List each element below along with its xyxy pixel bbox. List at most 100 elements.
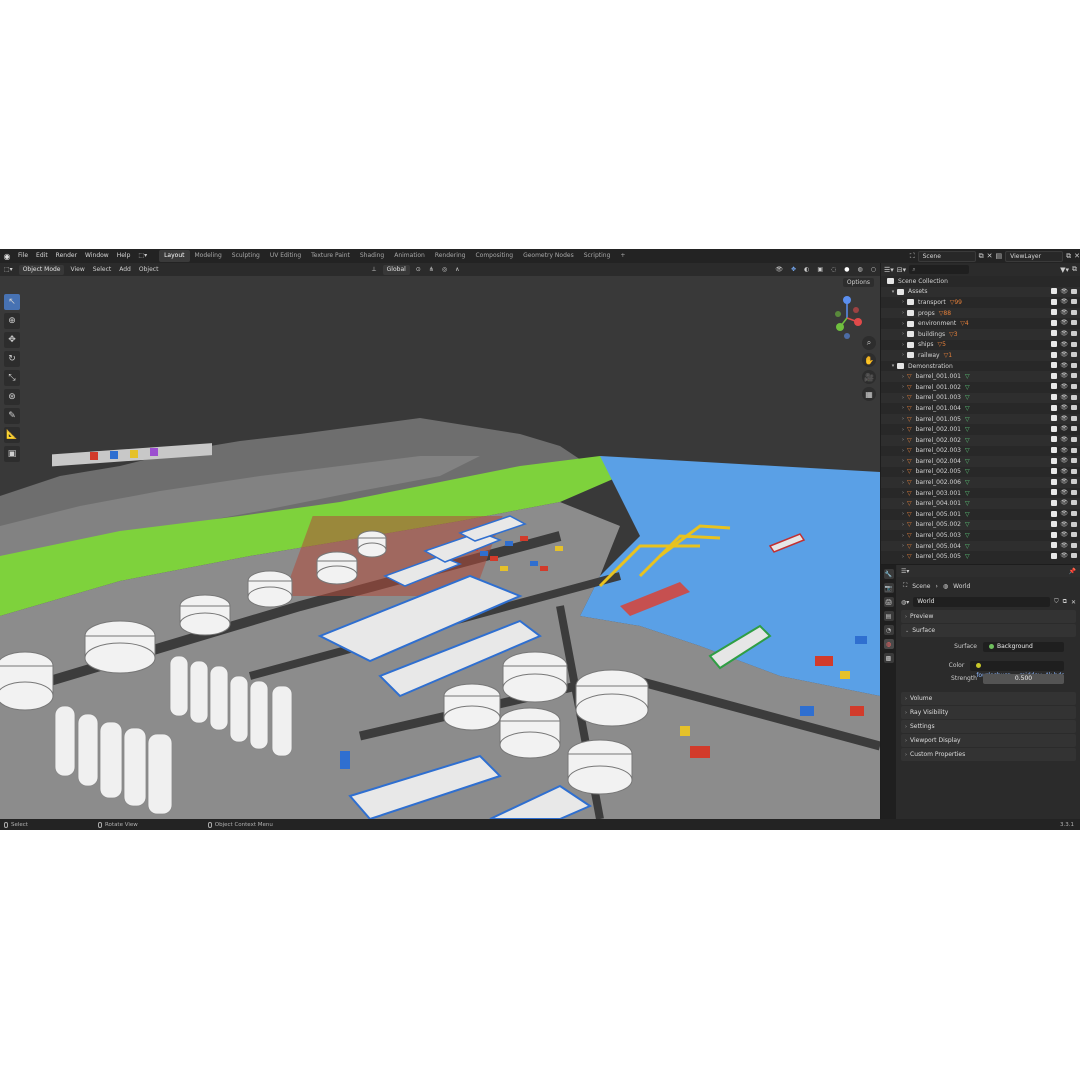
exclude-checkbox[interactable] bbox=[1051, 521, 1058, 528]
mesh-data-icon[interactable]: ▽ bbox=[965, 553, 970, 560]
outliner-object-row[interactable]: › ▽ barrel_002.001 ▽ 👁 bbox=[881, 424, 1080, 435]
mesh-data-icon[interactable]: ▽ bbox=[965, 426, 970, 433]
outliner-collection-row[interactable]: ▾ Demonstration 👁 bbox=[881, 361, 1080, 372]
camera-render-icon[interactable] bbox=[1071, 362, 1077, 368]
camera-render-icon[interactable] bbox=[1071, 532, 1077, 538]
expand-right-icon[interactable]: › bbox=[899, 342, 907, 348]
eye-icon[interactable]: 👁 bbox=[1060, 447, 1068, 454]
properties-editor-icon[interactable]: ☰▾ bbox=[901, 568, 909, 575]
camera-render-icon[interactable] bbox=[1071, 352, 1077, 358]
delete-view-layer-icon[interactable]: ✕ bbox=[1074, 252, 1080, 260]
eye-icon[interactable]: 👁 bbox=[1060, 351, 1068, 358]
perspective-toggle-icon[interactable]: ▦ bbox=[862, 387, 876, 401]
expand-right-icon[interactable]: › bbox=[899, 469, 907, 475]
zoom-view-icon[interactable]: ⌕ bbox=[862, 336, 876, 350]
eye-icon[interactable]: 👁 bbox=[1060, 383, 1068, 390]
camera-render-icon[interactable] bbox=[1071, 447, 1077, 453]
menu-object[interactable]: Object bbox=[135, 263, 163, 276]
outliner-collection-row[interactable]: › environment ▽4 👁 bbox=[881, 318, 1080, 329]
camera-view-icon[interactable]: 🎥 bbox=[862, 370, 876, 384]
eye-icon[interactable]: 👁 bbox=[1060, 330, 1068, 337]
expand-right-icon[interactable]: › bbox=[899, 554, 907, 560]
camera-render-icon[interactable] bbox=[1071, 320, 1077, 326]
camera-render-icon[interactable] bbox=[1071, 553, 1077, 559]
render-tab-icon[interactable]: 📷 bbox=[883, 583, 894, 593]
eye-icon[interactable]: 👁 bbox=[1060, 341, 1068, 348]
mode-dropdown[interactable]: Object Mode bbox=[18, 264, 65, 275]
camera-render-icon[interactable] bbox=[1071, 373, 1077, 379]
select-box-tool-icon[interactable]: ↖ bbox=[4, 294, 20, 310]
filter-icon[interactable]: ▼▾ bbox=[1060, 266, 1069, 274]
eye-icon[interactable]: 👁 bbox=[1060, 404, 1068, 411]
eye-icon[interactable]: 👁 bbox=[1060, 521, 1068, 528]
expand-right-icon[interactable]: › bbox=[899, 533, 907, 539]
outliner-object-row[interactable]: › ▽ barrel_002.004 ▽ 👁 bbox=[881, 456, 1080, 467]
eye-icon[interactable]: 👁 bbox=[1060, 457, 1068, 464]
add-cube-tool-icon[interactable]: ▣ bbox=[4, 446, 20, 462]
camera-render-icon[interactable] bbox=[1071, 426, 1077, 432]
camera-render-icon[interactable] bbox=[1071, 299, 1077, 305]
scale-tool-icon[interactable]: ⤡ bbox=[4, 370, 20, 386]
tool-tab-icon[interactable]: 🔧 bbox=[883, 569, 894, 579]
menu-window[interactable]: Window bbox=[81, 249, 113, 263]
panel-preview[interactable]: › Preview bbox=[901, 610, 1076, 623]
outliner-object-row[interactable]: › ▽ barrel_003.001 ▽ 👁 bbox=[881, 488, 1080, 499]
camera-render-icon[interactable] bbox=[1071, 458, 1077, 464]
exclude-checkbox[interactable] bbox=[1051, 531, 1058, 538]
tab-animation[interactable]: Animation bbox=[389, 250, 430, 262]
camera-render-icon[interactable] bbox=[1071, 405, 1077, 411]
eye-icon[interactable]: 👁 bbox=[1060, 362, 1068, 369]
exclude-checkbox[interactable] bbox=[1051, 341, 1058, 348]
eye-icon[interactable]: 👁 bbox=[1060, 489, 1068, 496]
outliner-object-row[interactable]: › ▽ barrel_005.003 ▽ 👁 bbox=[881, 530, 1080, 541]
expand-right-icon[interactable]: › bbox=[899, 480, 907, 486]
expand-right-icon[interactable]: › bbox=[899, 321, 907, 327]
delete-scene-icon[interactable]: ✕ bbox=[987, 252, 993, 260]
new-scene-icon[interactable]: ⧉ bbox=[979, 252, 984, 261]
expand-right-icon[interactable]: › bbox=[899, 501, 907, 507]
expand-right-icon[interactable]: › bbox=[899, 405, 907, 411]
outliner-object-row[interactable]: › ▽ barrel_004.001 ▽ 👁 bbox=[881, 498, 1080, 510]
mesh-data-icon[interactable]: ▽ bbox=[965, 490, 970, 497]
exclude-checkbox[interactable] bbox=[1051, 309, 1058, 316]
scene-collection-row[interactable]: Scene Collection bbox=[881, 276, 1080, 287]
world-browse-icon[interactable]: ◍▾ bbox=[901, 599, 909, 606]
cursor-tool-icon[interactable]: ⊕ bbox=[4, 313, 20, 329]
mesh-data-icon[interactable]: ▽ bbox=[965, 479, 970, 486]
new-view-layer-icon[interactable]: ⧉ bbox=[1066, 252, 1071, 261]
mesh-data-icon[interactable]: ▽ bbox=[965, 511, 970, 518]
camera-render-icon[interactable] bbox=[1071, 330, 1077, 336]
camera-render-icon[interactable] bbox=[1071, 309, 1077, 315]
shading-material-icon[interactable]: ◍ bbox=[854, 263, 867, 276]
xray-toggle-icon[interactable]: ▣ bbox=[813, 263, 827, 276]
mesh-data-icon[interactable]: ▽ bbox=[965, 416, 970, 423]
exclude-checkbox[interactable] bbox=[1051, 351, 1058, 358]
blender-logo-icon[interactable]: ◉ bbox=[0, 249, 14, 263]
visibility-icon[interactable]: 👁 bbox=[771, 263, 787, 276]
expand-right-icon[interactable]: › bbox=[899, 448, 907, 454]
exclude-checkbox[interactable] bbox=[1051, 330, 1058, 337]
surface-shader-field[interactable]: Background bbox=[983, 641, 1064, 652]
overlay-toggle-icon[interactable]: ◐ bbox=[800, 263, 813, 276]
mesh-data-icon[interactable]: ▽ bbox=[965, 405, 970, 412]
mesh-data-icon[interactable]: ▽ bbox=[965, 373, 970, 380]
tab-texture-paint[interactable]: Texture Paint bbox=[306, 250, 355, 262]
panel-volume[interactable]: › Volume bbox=[901, 692, 1076, 705]
camera-render-icon[interactable] bbox=[1071, 288, 1077, 294]
eye-icon[interactable]: 👁 bbox=[1060, 468, 1068, 475]
outliner-object-row[interactable]: › ▽ barrel_001.004 ▽ 👁 bbox=[881, 403, 1080, 414]
output-tab-icon[interactable]: 🖨 bbox=[883, 597, 894, 607]
move-tool-icon[interactable]: ✥ bbox=[4, 332, 20, 348]
mesh-data-icon[interactable]: ▽ bbox=[965, 394, 970, 401]
tab-sculpting[interactable]: Sculpting bbox=[227, 250, 265, 262]
fake-user-icon[interactable]: ⛉ bbox=[1054, 598, 1059, 606]
tab-geometry-nodes[interactable]: Geometry Nodes bbox=[518, 250, 579, 262]
annotate-tool-icon[interactable]: ✎ bbox=[4, 408, 20, 424]
mesh-data-icon[interactable]: ▽ bbox=[965, 437, 970, 444]
exclude-checkbox[interactable] bbox=[1051, 499, 1058, 506]
outliner-collection-row[interactable]: › props ▽88 👁 bbox=[881, 307, 1080, 319]
camera-render-icon[interactable] bbox=[1071, 394, 1077, 400]
expand-right-icon[interactable]: › bbox=[899, 490, 907, 496]
gizmo-toggle-icon[interactable]: ✥ bbox=[787, 263, 800, 276]
eye-icon[interactable]: 👁 bbox=[1060, 531, 1068, 538]
